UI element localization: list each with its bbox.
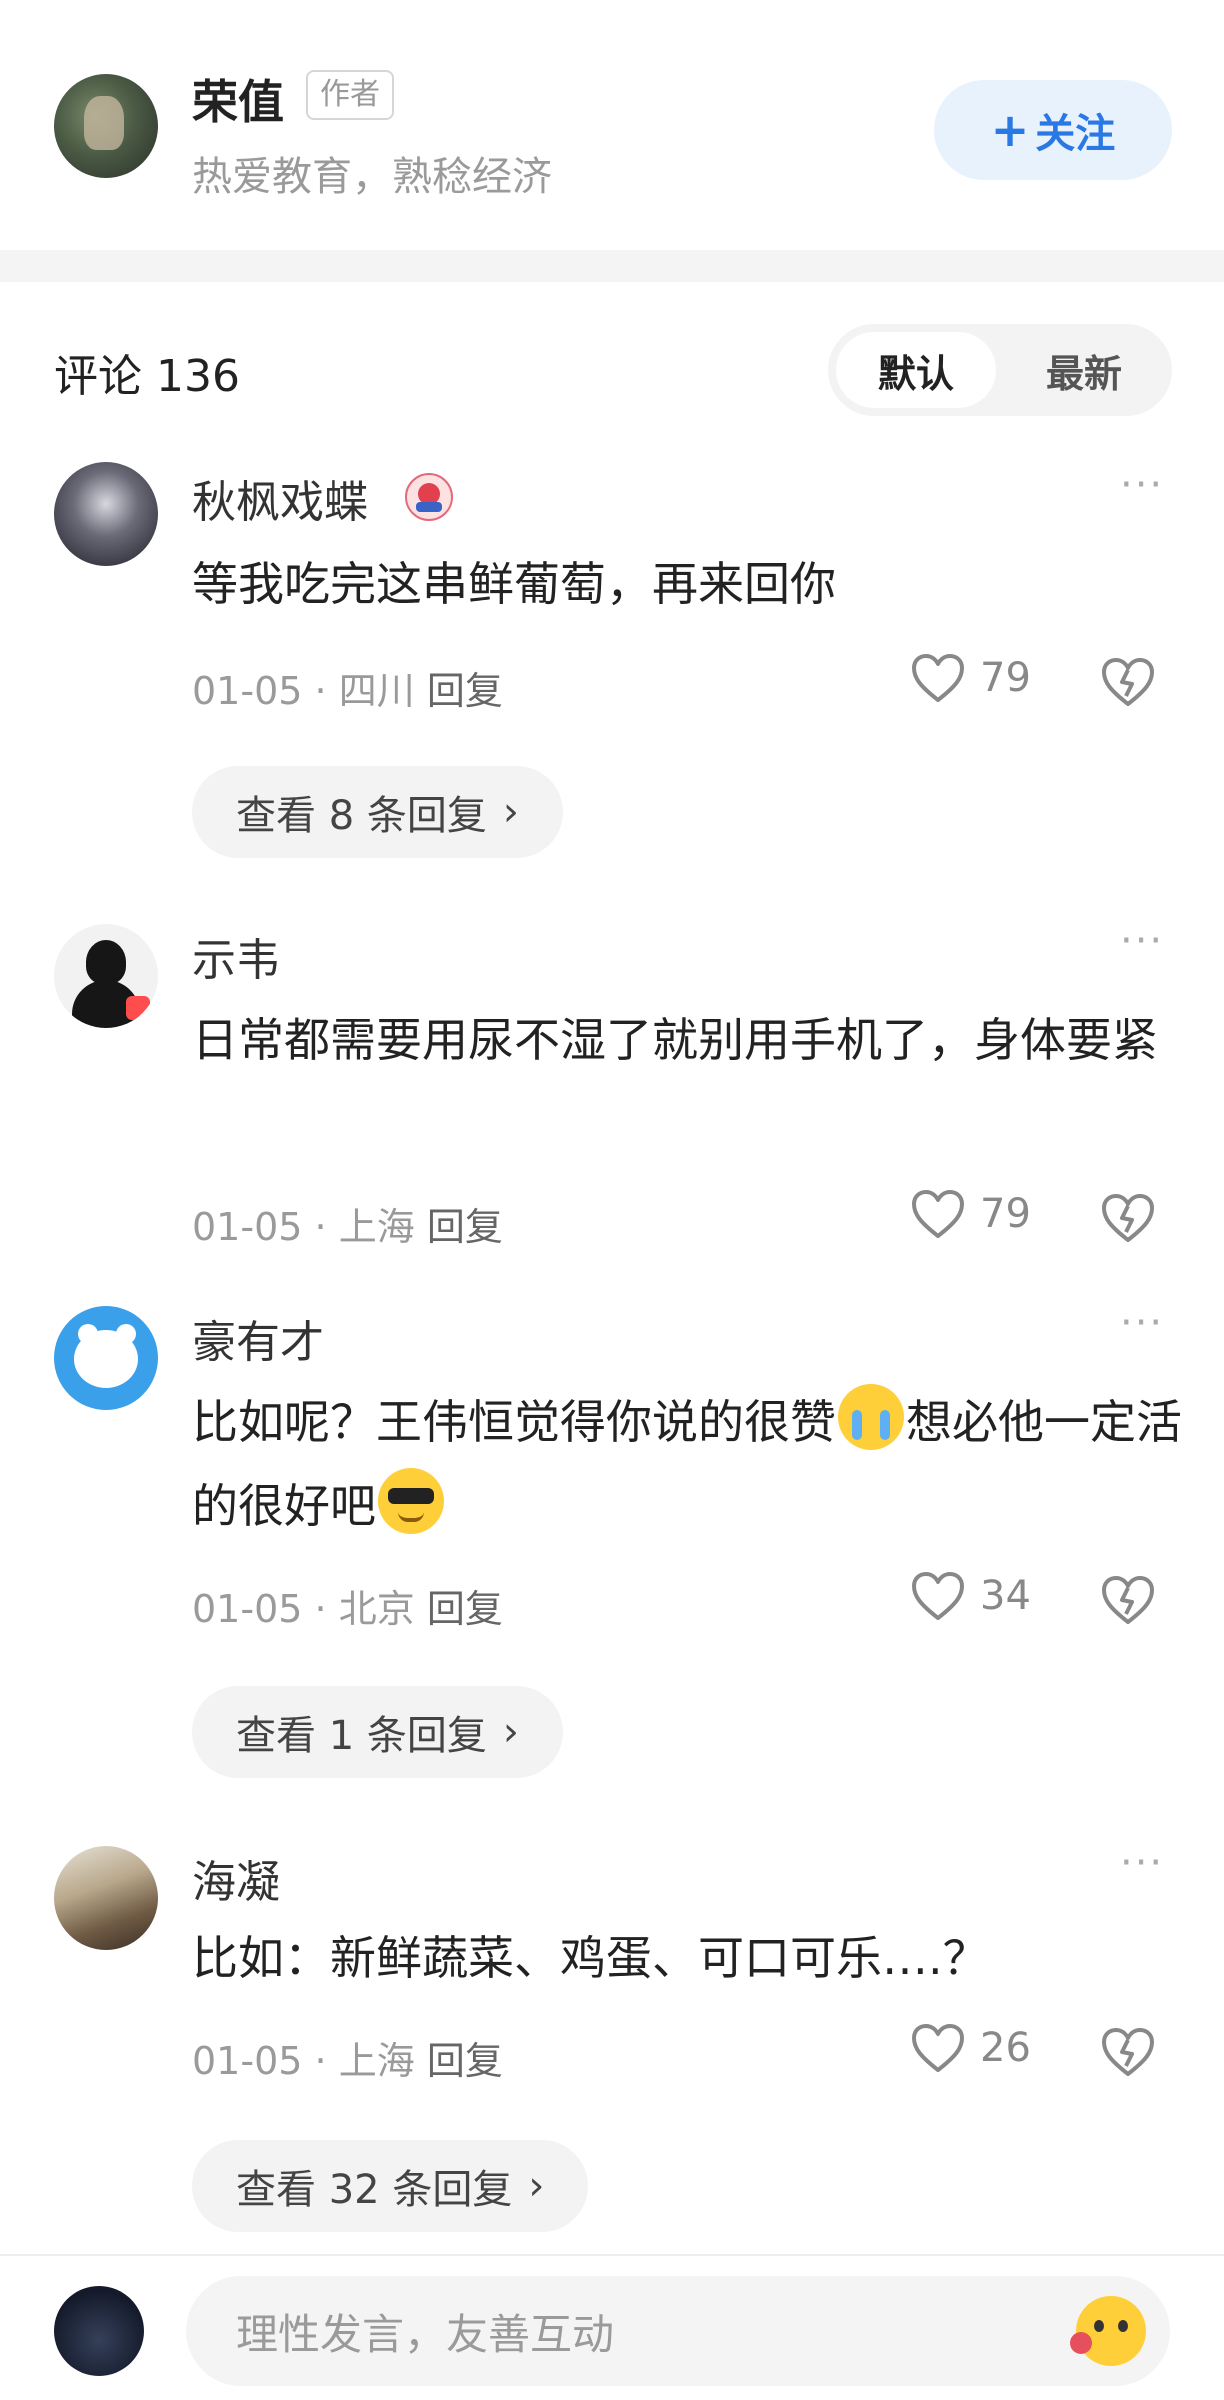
silhouette-icon bbox=[86, 940, 126, 984]
plus-icon: + bbox=[990, 103, 1030, 157]
reply-button[interactable]: 回复 bbox=[427, 1205, 503, 1249]
user-avatar[interactable] bbox=[54, 1306, 158, 1410]
author-tag: 作者 bbox=[306, 70, 394, 120]
comment-text: 等我吃完这串鲜葡萄，再来回你 bbox=[192, 557, 836, 611]
heart-outline-icon bbox=[912, 1190, 964, 1238]
meta-separator: · bbox=[314, 669, 327, 713]
comment-username[interactable]: 豪有才 bbox=[192, 1306, 324, 1370]
author-avatar[interactable] bbox=[54, 74, 158, 178]
like-count: 79 bbox=[980, 655, 1031, 701]
view-replies-label: 查看 8 条回复 bbox=[236, 793, 487, 839]
reply-button[interactable]: 回复 bbox=[427, 669, 503, 713]
sort-switch: 默认 最新 bbox=[828, 324, 1172, 416]
heart-outline-icon bbox=[912, 2024, 964, 2072]
comment-location: 四川 bbox=[338, 669, 415, 713]
comment-item: 示韦 ··· 日常都需要用尿不湿了就别用手机了，身体要紧 01-05 · 上海 … bbox=[0, 918, 1224, 1264]
user-avatar[interactable] bbox=[54, 924, 158, 1028]
like-button[interactable]: 34 bbox=[910, 1570, 1031, 1622]
view-replies-button[interactable]: 查看 32 条回复 › bbox=[192, 2140, 589, 2232]
author-name[interactable]: 荣值 bbox=[192, 66, 284, 132]
comment-username[interactable]: 示韦 bbox=[192, 924, 280, 988]
user-avatar[interactable] bbox=[54, 1846, 158, 1950]
like-button[interactable]: 26 bbox=[910, 2022, 1031, 2074]
like-button[interactable]: 79 bbox=[910, 1188, 1031, 1240]
like-count: 34 bbox=[980, 1573, 1031, 1619]
comment-item: 豪有才 ··· 比如呢？王伟恒觉得你说的很赞 想必他一定活的很好吧 01-05 ·… bbox=[0, 1300, 1224, 1786]
heart-outline-icon bbox=[912, 1572, 964, 1620]
comment-text: 比如：新鲜蔬菜、鸡蛋、可口可乐….？ bbox=[192, 1931, 989, 1985]
comment-meta: 01-05 · 四川 回复 bbox=[192, 660, 503, 715]
view-replies-button[interactable]: 查看 8 条回复 › bbox=[192, 766, 563, 858]
reply-button[interactable]: 回复 bbox=[427, 1587, 503, 1631]
user-badge-icon bbox=[405, 473, 453, 521]
emoji-icon[interactable] bbox=[1070, 2296, 1146, 2366]
video-badge-icon bbox=[126, 996, 150, 1020]
comment-item: 秋枫戏蝶 ··· 等我吃完这串鲜葡萄，再来回你 01-05 · 四川 回复 79… bbox=[0, 462, 1224, 882]
meta-separator: · bbox=[314, 1587, 327, 1631]
broken-heart-icon[interactable] bbox=[1100, 1574, 1156, 1626]
chevron-right-icon: › bbox=[502, 1709, 519, 1755]
comment-date: 01-05 bbox=[192, 1587, 303, 1631]
follow-button[interactable]: + 关注 bbox=[934, 80, 1172, 180]
comment-username[interactable]: 海凝 bbox=[192, 1846, 280, 1910]
broken-heart-icon[interactable] bbox=[1100, 2026, 1156, 2078]
comment-meta: 01-05 · 北京 回复 bbox=[192, 1578, 503, 1633]
comment-location: 上海 bbox=[338, 2039, 415, 2083]
broken-heart-icon[interactable] bbox=[1100, 1192, 1156, 1244]
comment-text: 比如呢？王伟恒觉得你说的很赞 想必他一定活的很好吧 bbox=[192, 1380, 1182, 1548]
more-dots-icon[interactable]: ··· bbox=[1120, 918, 1164, 964]
like-button[interactable]: 79 bbox=[910, 652, 1031, 704]
author-header: 荣值 作者 热爱教育，熟稔经济 + 关注 bbox=[0, 0, 1224, 250]
comment-meta: 01-05 · 上海 回复 bbox=[192, 1196, 503, 1251]
view-replies-button[interactable]: 查看 1 条回复 › bbox=[192, 1686, 563, 1778]
sort-default-tab[interactable]: 默认 bbox=[836, 332, 996, 408]
more-dots-icon[interactable]: ··· bbox=[1120, 1840, 1164, 1886]
section-divider bbox=[0, 250, 1224, 282]
comment-item: 海凝 ··· 比如：新鲜蔬菜、鸡蛋、可口可乐….？ 01-05 · 上海 回复 … bbox=[0, 1840, 1224, 2246]
sort-latest-tab[interactable]: 最新 bbox=[1004, 332, 1164, 408]
more-dots-icon[interactable]: ··· bbox=[1120, 1300, 1164, 1346]
follow-label: 关注 bbox=[1035, 111, 1116, 157]
chevron-right-icon: › bbox=[502, 789, 519, 835]
comment-text-part: 比如呢？王伟恒觉得你说的很赞 bbox=[192, 1395, 836, 1449]
bear-ear bbox=[78, 1324, 98, 1344]
heart-outline-icon bbox=[912, 654, 964, 702]
bear-ear bbox=[116, 1324, 136, 1344]
comment-location: 北京 bbox=[338, 1587, 415, 1631]
broken-heart-icon[interactable] bbox=[1100, 656, 1156, 708]
comments-count-title: 评论 136 bbox=[54, 351, 240, 402]
author-bio: 热爱教育，熟稔经济 bbox=[192, 154, 552, 200]
more-dots-icon[interactable]: ··· bbox=[1120, 462, 1164, 508]
chevron-right-icon: › bbox=[528, 2163, 545, 2209]
like-count: 26 bbox=[980, 2025, 1031, 2071]
meta-separator: · bbox=[314, 2039, 327, 2083]
current-user-avatar[interactable] bbox=[54, 2286, 144, 2376]
comment-input-bar: 理性发言，友善互动 bbox=[0, 2254, 1224, 2400]
comment-input[interactable]: 理性发言，友善互动 bbox=[186, 2276, 1170, 2386]
view-replies-label: 查看 32 条回复 bbox=[236, 2167, 513, 2213]
comment-text: 日常都需要用尿不湿了就别用手机了，身体要紧 bbox=[192, 1013, 1158, 1067]
comment-date: 01-05 bbox=[192, 669, 303, 713]
comment-meta: 01-05 · 上海 回复 bbox=[192, 2030, 503, 2085]
meta-separator: · bbox=[314, 1205, 327, 1249]
reply-button[interactable]: 回复 bbox=[427, 2039, 503, 2083]
comment-location: 上海 bbox=[338, 1205, 415, 1249]
like-count: 79 bbox=[980, 1191, 1031, 1237]
crying-emoji-icon bbox=[838, 1384, 904, 1450]
comment-date: 01-05 bbox=[192, 2039, 303, 2083]
user-avatar[interactable] bbox=[54, 462, 158, 566]
comment-date: 01-05 bbox=[192, 1205, 303, 1249]
sunglasses-emoji-icon bbox=[378, 1468, 444, 1534]
view-replies-label: 查看 1 条回复 bbox=[236, 1713, 487, 1759]
comment-username[interactable]: 秋枫戏蝶 bbox=[192, 466, 368, 530]
